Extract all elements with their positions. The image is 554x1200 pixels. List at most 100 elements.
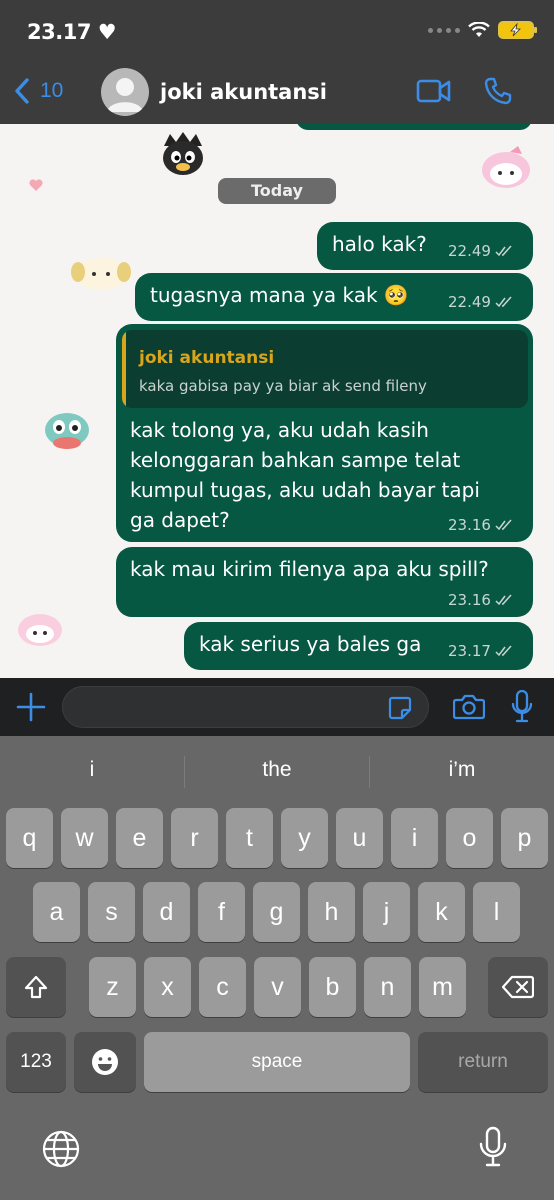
suggestion-3[interactable]: i’m: [370, 758, 554, 782]
shift-arrow-icon: [24, 975, 48, 999]
chat-area[interactable]: Today halo kak? 22.49 tugasnya mana ya k…: [0, 124, 554, 678]
message-line: kelonggaran bahkan sampe telat: [130, 448, 461, 472]
message-bubble[interactable]: tugasnya mana ya kak 🥺 22.49: [135, 273, 533, 321]
key-y[interactable]: y: [281, 808, 328, 868]
key-b[interactable]: b: [309, 957, 356, 1017]
plus-icon: [16, 692, 46, 722]
contact-avatar[interactable]: [101, 68, 149, 116]
contact-name[interactable]: joki akuntansi: [160, 80, 327, 104]
backspace-key[interactable]: [488, 957, 548, 1017]
message-time: 22.49: [448, 242, 513, 260]
read-check-icon: [495, 296, 512, 308]
video-call-button[interactable]: [416, 78, 452, 109]
key-n[interactable]: n: [364, 957, 411, 1017]
read-check-icon: [495, 519, 512, 531]
sticker-button[interactable]: [388, 696, 412, 725]
suggestion-2[interactable]: the: [185, 758, 369, 782]
my-melody-sticker: [482, 146, 530, 188]
space-key[interactable]: space: [144, 1032, 410, 1092]
unread-count: 10: [40, 79, 64, 102]
message-bubble[interactable]: halo kak? 22.49: [317, 222, 533, 270]
wifi-icon: [468, 22, 490, 37]
default-avatar-icon: [107, 78, 143, 112]
key-s[interactable]: s: [88, 882, 135, 942]
quote-accent-bar: [122, 330, 126, 408]
message-time: 22.49: [448, 293, 513, 311]
message-text: kak serius ya bales ga: [199, 632, 422, 656]
message-time: 23.16: [448, 591, 513, 609]
key-k[interactable]: k: [418, 882, 465, 942]
read-check-icon: [495, 245, 512, 257]
globe-icon[interactable]: [42, 1130, 80, 1173]
message-bubble[interactable]: kak serius ya bales ga 23.17: [184, 622, 533, 670]
key-j[interactable]: j: [363, 882, 410, 942]
key-x[interactable]: x: [144, 957, 191, 1017]
signal-icon: [428, 27, 460, 33]
key-c[interactable]: c: [199, 957, 246, 1017]
voice-message-button[interactable]: [511, 689, 533, 729]
key-f[interactable]: f: [198, 882, 245, 942]
chevron-left-icon: [15, 78, 29, 104]
read-check-icon: [495, 594, 512, 606]
key-t[interactable]: t: [226, 808, 273, 868]
key-a[interactable]: a: [33, 882, 80, 942]
pompompurin-sticker: [71, 258, 131, 290]
whatsapp-chat-screen: 23.17 ♥ 10 joki akuntansi Today halo kak…: [0, 0, 554, 1200]
message-time: 23.17: [448, 642, 513, 660]
phone-icon: [484, 77, 512, 105]
key-o[interactable]: o: [446, 808, 493, 868]
shift-key[interactable]: [6, 957, 66, 1017]
status-icons: [428, 21, 537, 39]
key-h[interactable]: h: [308, 882, 355, 942]
hangyodon-sticker: [45, 413, 89, 449]
key-v[interactable]: v: [254, 957, 301, 1017]
message-text: halo kak?: [332, 232, 427, 256]
badtz-maru-sticker: [163, 132, 203, 175]
quoted-sender: joki akuntansi: [139, 348, 275, 368]
reply-message-bubble[interactable]: joki akuntansi kaka gabisa pay ya biar a…: [116, 324, 533, 542]
back-button[interactable]: 10: [14, 78, 63, 104]
read-check-icon: [495, 645, 512, 657]
emoji-key[interactable]: [74, 1032, 136, 1092]
numbers-key[interactable]: 123: [6, 1032, 66, 1092]
message-text: kak mau kirim filenya apa aku spill?: [130, 557, 489, 581]
key-p[interactable]: p: [501, 808, 548, 868]
message-time: 23.16: [448, 516, 513, 534]
camera-button[interactable]: [452, 694, 486, 725]
heart-sticker: [29, 179, 43, 191]
suggestion-1[interactable]: i: [0, 758, 184, 782]
key-q[interactable]: q: [6, 808, 53, 868]
message-line: ga dapet?: [130, 508, 230, 532]
key-w[interactable]: w: [61, 808, 108, 868]
attach-button[interactable]: [16, 692, 46, 727]
backspace-icon: [501, 975, 535, 999]
message-bubble[interactable]: kak mau kirim filenya apa aku spill? 23.…: [116, 547, 533, 617]
key-z[interactable]: z: [89, 957, 136, 1017]
key-i[interactable]: i: [391, 808, 438, 868]
voice-call-button[interactable]: [483, 76, 513, 111]
ios-keyboard: i the i’m q w e r t y u i o p a s d f g …: [0, 736, 554, 1200]
message-text: tugasnya mana ya kak 🥺: [150, 283, 409, 307]
key-e[interactable]: e: [116, 808, 163, 868]
battery-charging-icon: [498, 21, 537, 39]
message-text: kak tolong ya, aku udah kasih kelonggara…: [130, 415, 480, 535]
message-input-bar: [0, 678, 554, 736]
video-camera-icon: [416, 79, 451, 103]
message-input[interactable]: [62, 686, 429, 728]
key-g[interactable]: g: [253, 882, 300, 942]
sticker-icon: [388, 696, 412, 720]
key-m[interactable]: m: [419, 957, 466, 1017]
key-d[interactable]: d: [143, 882, 190, 942]
key-l[interactable]: l: [473, 882, 520, 942]
quoted-message[interactable]: joki akuntansi kaka gabisa pay ya biar a…: [122, 330, 528, 408]
camera-icon: [452, 694, 486, 720]
emoji-icon: [92, 1049, 118, 1075]
key-r[interactable]: r: [171, 808, 218, 868]
status-time: 23.17 ♥: [27, 20, 117, 44]
dictation-mic-icon[interactable]: [479, 1126, 507, 1173]
return-key[interactable]: return: [418, 1032, 548, 1092]
message-line: kak tolong ya, aku udah kasih: [130, 418, 429, 442]
quoted-text: kaka gabisa pay ya biar ak send fileny: [139, 377, 427, 395]
key-u[interactable]: u: [336, 808, 383, 868]
previous-message-bubble[interactable]: [296, 124, 532, 130]
